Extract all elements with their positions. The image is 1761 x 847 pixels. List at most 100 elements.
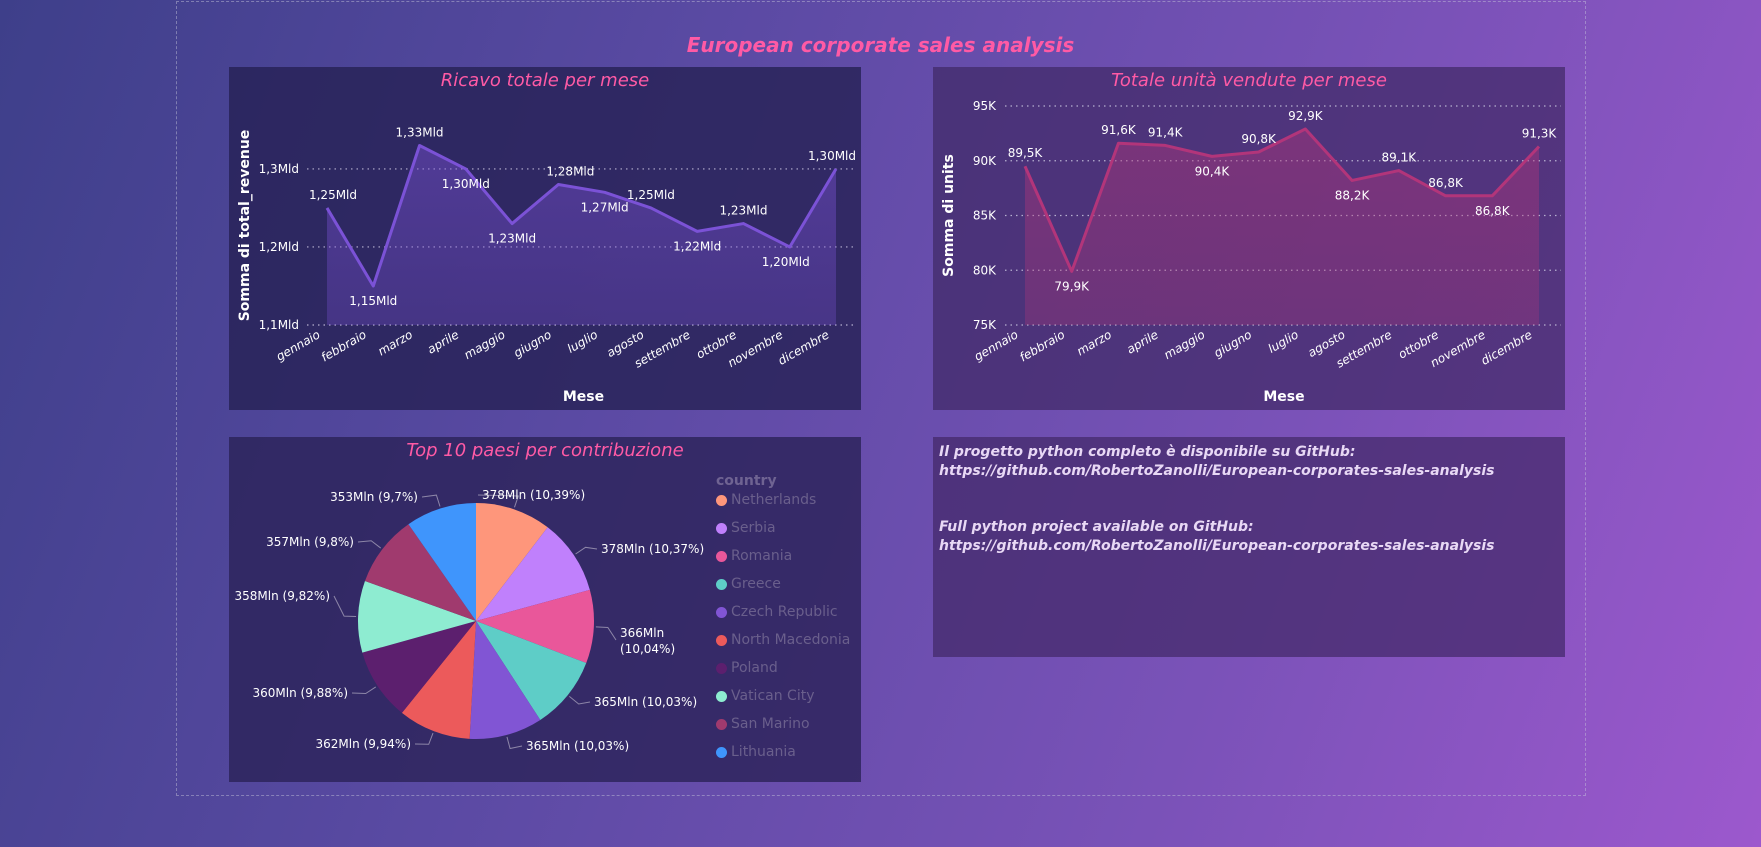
units-y-tick-label: 95K <box>973 99 997 113</box>
page-title: European corporate sales analysis <box>686 33 1075 57</box>
units-data-label: 90,8K <box>1241 132 1277 146</box>
legend-swatch <box>716 690 727 702</box>
units-y-tick-label: 80K <box>973 263 997 277</box>
revenue-x-tick-label: aprile <box>425 327 461 356</box>
revenue-area-chart: 1,1Mld 1,2Mld 1,3Mld 1,25Mld 1,15Mld 1,33Mld 1… <box>237 126 857 405</box>
units-x-tick-label: dicembre <box>1479 327 1535 367</box>
pie-leader-line <box>595 626 617 641</box>
units-y-tick-label: 90K <box>973 154 997 168</box>
revenue-y-axis-label: Somma di total_revenue <box>237 130 253 322</box>
countries-chart-title: Top 10 paesi per contribuzione <box>406 440 684 461</box>
legend-label: North Macedonia <box>731 632 851 648</box>
revenue-x-tick-label: luglio <box>565 327 600 355</box>
pie-data-label: 362Mln (9,94%) <box>316 737 412 751</box>
units-x-axis-label: Mese <box>1263 389 1304 405</box>
units-y-axis-label: Somma di units <box>941 154 957 277</box>
revenue-data-label: 1,25Mld <box>627 188 675 202</box>
revenue-data-label: 1,22Mld <box>673 239 721 253</box>
legend-swatch <box>716 606 727 618</box>
units-data-label: 89,5K <box>1008 146 1044 160</box>
legend-swatch <box>716 578 727 590</box>
legend-title: country <box>716 473 777 489</box>
legend-item[interactable]: North Macedonia <box>716 632 850 648</box>
pie-data-label: 365Mln (10,03%) <box>594 695 697 709</box>
legend-item[interactable]: Lithuania <box>716 744 796 760</box>
info-text-it: Il progetto python completo è disponibil… <box>939 443 1494 481</box>
legend-label: Greece <box>731 576 781 592</box>
units-x-tick-label: gennaio <box>972 327 1021 363</box>
legend-label: Serbia <box>731 520 776 536</box>
github-link-it[interactable]: https://github.com/RobertoZanolli/Europe… <box>939 462 1494 481</box>
legend-label: Vatican City <box>731 688 815 704</box>
units-data-label: 79,9K <box>1054 279 1090 293</box>
info-line-en: Full python project available on GitHub: <box>939 519 1254 535</box>
revenue-x-tick-label: maggio <box>462 327 508 362</box>
pie-leader-line <box>414 732 434 745</box>
revenue-data-label: 1,28Mld <box>546 165 594 179</box>
legend-swatch <box>716 522 727 534</box>
legend-item[interactable]: Romania <box>716 548 792 564</box>
revenue-x-tick-label: febbraio <box>319 327 369 364</box>
pie-data-label: 360Mln (9,88%) <box>253 686 349 700</box>
revenue-x-tick-label: giugno <box>511 327 554 360</box>
legend-label: Poland <box>731 660 778 676</box>
units-data-label: 91,6K <box>1101 123 1137 137</box>
revenue-data-label: 1,30Mld <box>808 149 856 163</box>
units-x-tick-label: marzo <box>1074 327 1114 358</box>
legend-label: San Marino <box>731 716 810 732</box>
revenue-data-label: 1,33Mld <box>396 126 444 140</box>
legend-item[interactable]: Czech Republic <box>716 604 838 620</box>
units-x-tick-label: aprile <box>1124 327 1160 356</box>
units-area <box>1025 128 1539 325</box>
pie-data-label: 365Mln (10,03%) <box>526 739 629 753</box>
units-data-label: 92,9K <box>1288 109 1324 123</box>
info-text-en: Full python project available on GitHub:… <box>939 518 1494 556</box>
revenue-y-tick-label: 1,2Mld <box>259 240 299 254</box>
github-link-en[interactable]: https://github.com/RobertoZanolli/Europe… <box>939 537 1494 556</box>
units-data-label: 91,3K <box>1522 127 1558 141</box>
units-x-tick-label: giugno <box>1212 327 1255 360</box>
legend-swatch <box>716 494 727 506</box>
units-chart-title: Totale unità vendute per mese <box>1111 70 1387 91</box>
units-y-tick-label: 75K <box>973 318 997 332</box>
revenue-chart-title: Ricavo totale per mese <box>440 70 650 91</box>
units-chart-panel[interactable]: Totale unità vendute per mese 75K 80K 85K 9… <box>933 67 1565 410</box>
legend-label: Czech Republic <box>731 604 838 620</box>
revenue-x-tick-label: marzo <box>375 327 415 358</box>
pie-leader-line <box>333 595 357 618</box>
legend-label: Romania <box>731 548 793 564</box>
info-panel: Il progetto python completo è disponibil… <box>933 437 1565 657</box>
legend-item[interactable]: Netherlands <box>716 492 816 508</box>
legend-item[interactable]: Serbia <box>716 520 776 536</box>
pie-data-label: 366Mln <box>620 626 664 640</box>
legend-swatch <box>716 634 727 646</box>
legend-item[interactable]: Poland <box>716 660 778 676</box>
revenue-x-tick-label: dicembre <box>776 327 832 367</box>
units-x-tick-label: febbraio <box>1017 327 1067 364</box>
units-data-label: 90,4K <box>1195 164 1231 178</box>
legend-label: Lithuania <box>731 744 796 760</box>
revenue-data-label: 1,27Mld <box>581 200 629 214</box>
legend-swatch <box>716 662 727 674</box>
units-data-label: 86,8K <box>1428 176 1464 190</box>
legend-item[interactable]: Greece <box>716 576 781 592</box>
pie-leader-line <box>569 696 591 705</box>
pie-data-label: 353Mln (9,7%) <box>330 490 418 504</box>
legend-item[interactable]: San Marino <box>716 716 810 732</box>
legend-label: Netherlands <box>731 492 817 508</box>
pie-data-label: 358Mln (9,82%) <box>235 589 331 603</box>
units-data-label: 88,2K <box>1335 188 1371 202</box>
revenue-data-label: 1,25Mld <box>309 188 357 202</box>
units-area-chart: 75K 80K 85K 90K 95K 89,5K 79,9K 91,6K 91,4K 90,4K… <box>941 99 1561 405</box>
revenue-y-tick-label: 1,3Mld <box>259 162 299 176</box>
legend-item[interactable]: Vatican City <box>716 688 815 704</box>
units-y-tick-label: 85K <box>973 209 997 223</box>
revenue-chart-panel[interactable]: Ricavo totale per mese 1,1Mld 1,2Mld 1,3Ml… <box>229 67 861 410</box>
units-data-label: 91,4K <box>1148 125 1184 139</box>
legend-swatch <box>716 550 727 562</box>
units-data-label: 86,8K <box>1475 204 1511 218</box>
units-x-tick-label: maggio <box>1161 327 1207 362</box>
legend-swatch <box>716 746 727 758</box>
legend-swatch <box>716 718 727 730</box>
countries-chart-panel[interactable]: Top 10 paesi per contribuzione 378Mln (1… <box>229 437 861 782</box>
